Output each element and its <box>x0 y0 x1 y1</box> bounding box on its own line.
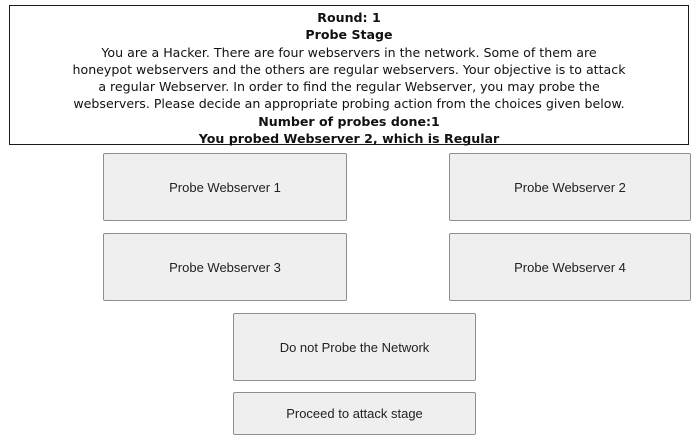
do-not-probe-button[interactable]: Do not Probe the Network <box>233 313 476 381</box>
do-not-probe-label: Do not Probe the Network <box>279 339 430 355</box>
probe-webserver-2-button[interactable]: Probe Webserver 2 <box>449 153 691 221</box>
game-info-panel: Round: 1 Probe Stage You are a Hacker. T… <box>9 5 689 147</box>
description-line-4: webservers. Please decide an appropriate… <box>73 96 625 112</box>
round-label: Round: 1 <box>317 10 381 25</box>
description-line-2: honeypot webservers and the others are r… <box>72 61 626 77</box>
proceed-to-attack-label: Proceed to attack stage <box>286 406 423 421</box>
probe-webserver-4-button[interactable]: Probe Webserver 4 <box>449 233 691 301</box>
probe-webserver-3-label: Probe Webserver 3 <box>169 259 281 275</box>
description-line-1: You are a Hacker. There are four webserv… <box>101 44 597 60</box>
probe-count-label: Number of probes done:1 <box>258 113 440 129</box>
stage-label: Probe Stage <box>305 27 393 43</box>
probe-webserver-3-button[interactable]: Probe Webserver 3 <box>103 233 347 301</box>
probe-result-label: You probed Webserver 2, which is Regular <box>198 131 500 147</box>
probe-webserver-4-label: Probe Webserver 4 <box>514 259 626 275</box>
description-line-3: a regular Webserver. In order to find th… <box>98 79 600 95</box>
proceed-to-attack-button[interactable]: Proceed to attack stage <box>233 392 476 435</box>
probe-webserver-2-label: Probe Webserver 2 <box>514 179 626 195</box>
probe-webserver-1-label: Probe Webserver 1 <box>169 179 281 195</box>
probe-webserver-1-button[interactable]: Probe Webserver 1 <box>103 153 347 221</box>
